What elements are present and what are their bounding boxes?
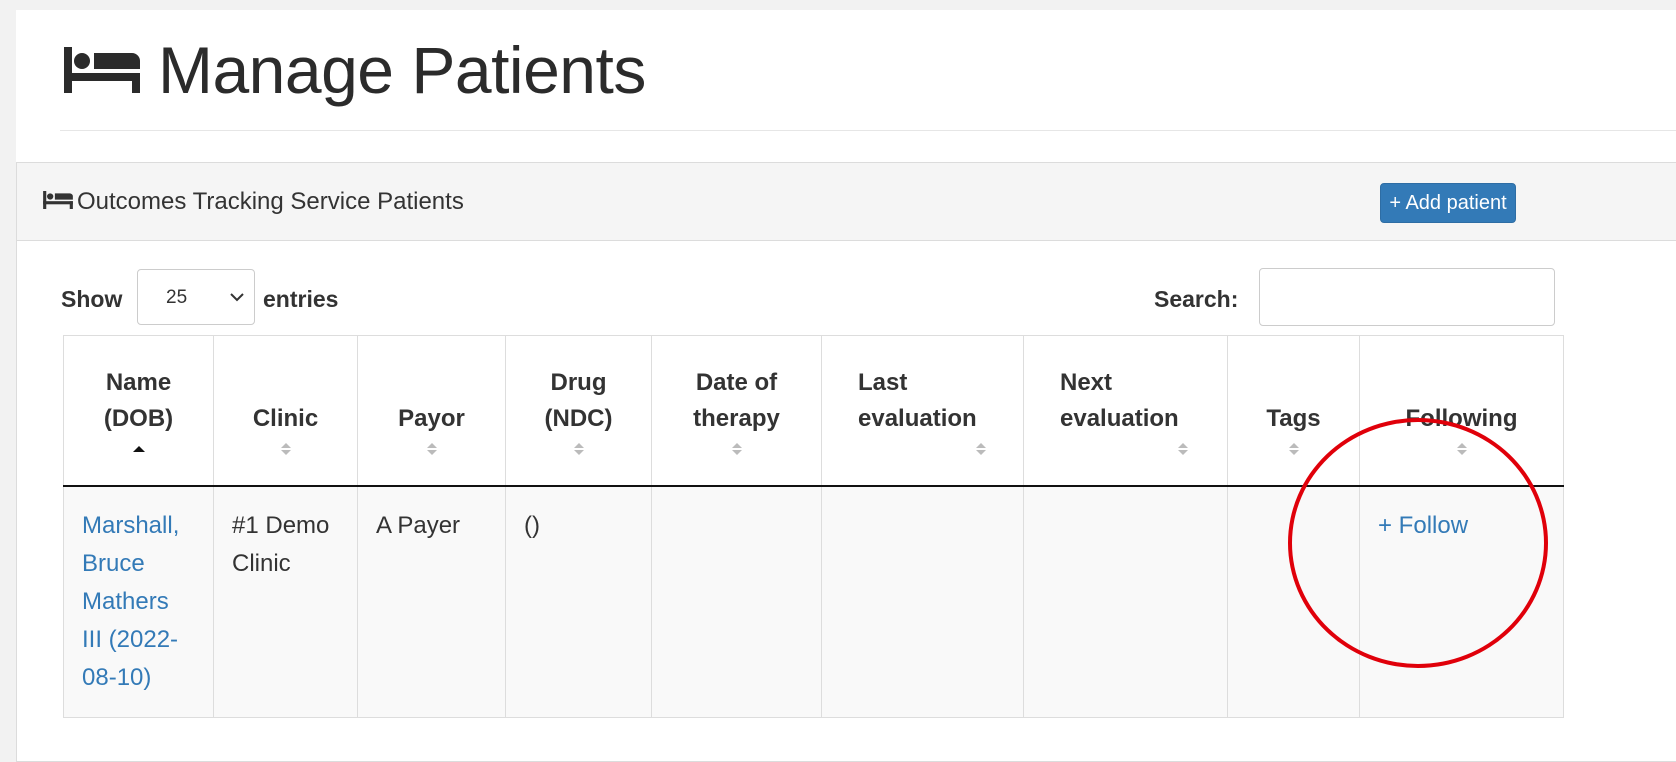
panel-heading: Outcomes Tracking Service Patients + Add…	[17, 163, 1676, 241]
patients-table: Name (DOB) Clinic Payor Drug (NDC) Date …	[63, 335, 1564, 718]
column-header-text: Last	[858, 368, 908, 396]
chevron-down-icon	[230, 293, 244, 302]
header-divider	[60, 130, 1676, 131]
sort-both-icon	[426, 442, 437, 455]
column-header-text: Next	[1060, 368, 1113, 396]
bed-icon	[43, 191, 73, 209]
column-header-last-evaluation[interactable]: Last evaluation	[821, 335, 1024, 487]
add-patient-button[interactable]: + Add patient	[1380, 183, 1516, 223]
column-header-text: Tags	[1266, 404, 1321, 432]
column-header-text: Payor	[398, 404, 465, 432]
search-input[interactable]	[1259, 268, 1555, 326]
show-label: Show	[61, 286, 123, 312]
column-header-text: Name	[105, 368, 172, 396]
column-header-text: Drug	[550, 368, 607, 396]
column-header-text: (NDC)	[544, 404, 613, 432]
table-row: Marshall, Bruce Mathers III (2022-08-10)…	[63, 485, 1564, 718]
column-header-text: evaluation	[858, 404, 977, 432]
entries-select-value: 25	[166, 287, 188, 308]
entries-label: entries	[263, 286, 339, 312]
search-label: Search:	[1154, 286, 1239, 312]
panel-title: Outcomes Tracking Service Patients	[77, 188, 464, 215]
table-controls: Show 25 entries Search:	[17, 241, 1676, 335]
column-header-tags[interactable]: Tags	[1227, 335, 1360, 487]
column-header-payor[interactable]: Payor	[357, 335, 506, 487]
bed-icon	[64, 47, 140, 93]
cell-tags	[1227, 485, 1360, 718]
column-header-text: Date of	[695, 368, 778, 396]
column-header-drug[interactable]: Drug (NDC)	[505, 335, 652, 487]
sort-both-icon	[573, 442, 584, 455]
sort-both-icon	[280, 442, 291, 455]
cell-clinic: #1 Demo Clinic	[213, 485, 358, 718]
column-header-date-of-therapy[interactable]: Date of therapy	[651, 335, 822, 487]
table-header-row: Name (DOB) Clinic Payor Drug (NDC) Date …	[63, 335, 1564, 487]
patient-name-link[interactable]: Marshall, Bruce Mathers III (2022-08-10)	[82, 512, 179, 691]
cell-next-evaluation	[1023, 485, 1228, 718]
page-header: Manage Patients	[64, 32, 646, 108]
sort-both-icon	[1178, 442, 1188, 455]
sort-both-icon	[731, 442, 742, 455]
page-title: Manage Patients	[158, 33, 646, 107]
sort-both-icon	[1456, 442, 1467, 455]
sort-both-icon	[1288, 442, 1299, 455]
column-header-following[interactable]: Following	[1359, 335, 1564, 487]
follow-link[interactable]: + Follow	[1378, 512, 1468, 539]
cell-drug: ()	[505, 485, 652, 718]
cell-payor: A Payer	[357, 485, 506, 718]
entries-per-page-select[interactable]: 25	[137, 269, 255, 325]
column-header-next-evaluation[interactable]: Next evaluation	[1023, 335, 1228, 487]
column-header-clinic[interactable]: Clinic	[213, 335, 358, 487]
column-header-text: Following	[1405, 404, 1518, 432]
cell-following: + Follow	[1359, 485, 1564, 718]
column-header-text: therapy	[693, 404, 780, 432]
column-header-text: (DOB)	[103, 404, 174, 432]
column-header-text: Clinic	[252, 404, 319, 432]
patients-panel: Outcomes Tracking Service Patients + Add…	[16, 162, 1676, 762]
cell-last-evaluation	[821, 485, 1024, 718]
cell-name: Marshall, Bruce Mathers III (2022-08-10)	[63, 485, 214, 718]
sort-both-icon	[976, 442, 986, 455]
column-header-name[interactable]: Name (DOB)	[63, 335, 214, 487]
column-header-text: evaluation	[1060, 404, 1179, 432]
sort-ascending-icon	[132, 445, 145, 452]
cell-date-of-therapy	[651, 485, 822, 718]
